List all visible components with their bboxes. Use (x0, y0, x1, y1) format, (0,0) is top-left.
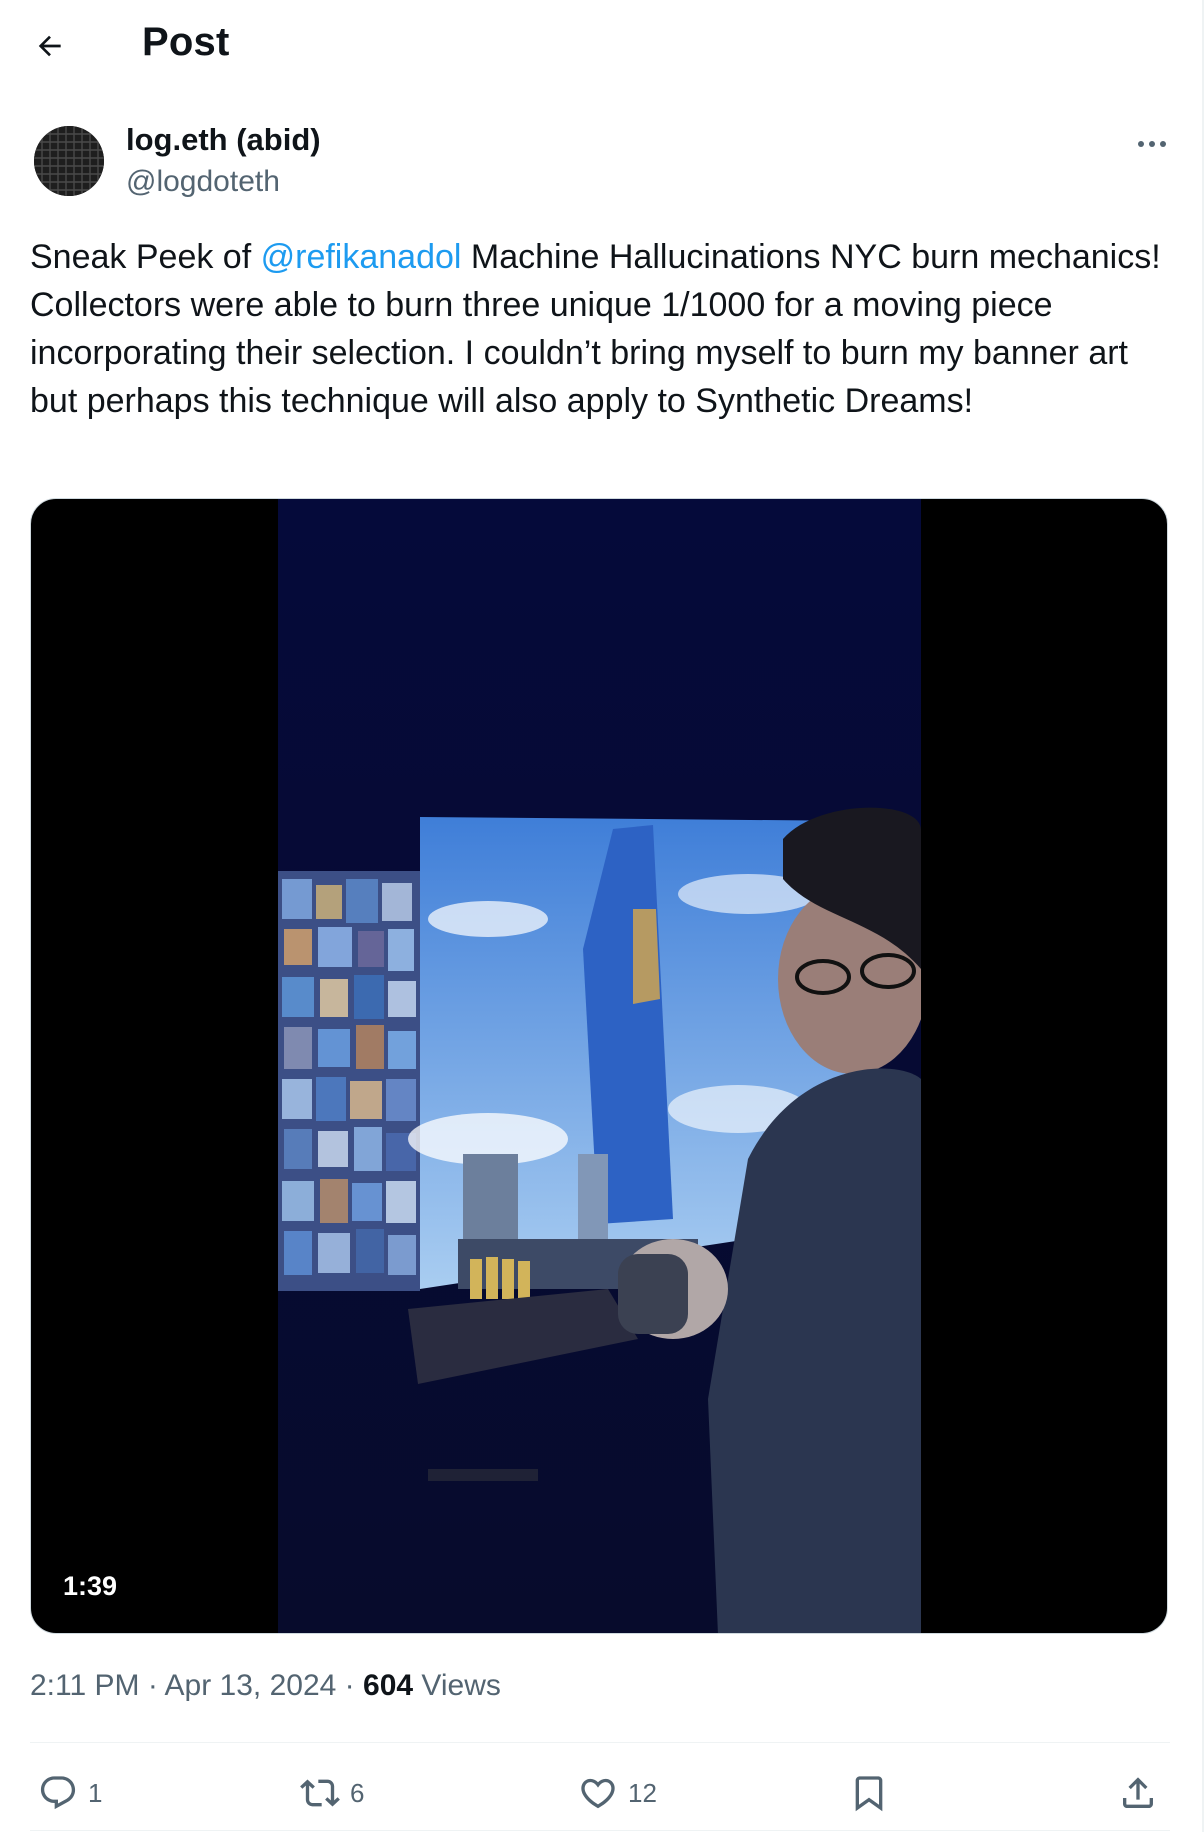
video-player[interactable]: 1:39 (30, 498, 1168, 1634)
back-button[interactable] (26, 22, 74, 70)
divider (30, 1742, 1170, 1743)
video-duration: 1:39 (53, 1567, 128, 1606)
like-button[interactable]: 12 (578, 1764, 657, 1822)
post-date[interactable]: Apr 13, 2024 (165, 1669, 337, 1702)
post-text: Sneak Peek of @refikanadol Machine Hallu… (30, 233, 1170, 425)
repost-count: 6 (350, 1777, 365, 1808)
share-button[interactable] (1118, 1764, 1158, 1822)
share-icon (1123, 1777, 1153, 1808)
reply-icon (40, 1776, 76, 1810)
views-label: Views (421, 1669, 501, 1702)
more-horizontal-icon (1138, 141, 1144, 147)
bookmark-button[interactable] (849, 1764, 889, 1822)
repost-button[interactable]: 6 (300, 1764, 364, 1822)
views-count: 604 (363, 1669, 414, 1702)
post-meta: 2:11 PM · Apr 13, 2024 · 604 Views (30, 1669, 501, 1703)
mention-link[interactable]: @refikanadol (261, 238, 462, 276)
post-time[interactable]: 2:11 PM (30, 1669, 140, 1702)
more-options-button[interactable] (1126, 124, 1178, 164)
meta-separator-2: · (344, 1669, 355, 1702)
post-text-intro: Sneak Peek of (30, 238, 261, 276)
reply-count: 1 (88, 1777, 103, 1808)
meta-separator: · (147, 1669, 158, 1702)
author-handle[interactable]: @logdoteth (126, 165, 280, 199)
bookmark-icon (855, 1776, 883, 1812)
video-frame (278, 499, 921, 1633)
avatar[interactable] (34, 126, 104, 196)
arrow-left-icon (38, 35, 61, 57)
divider-bottom (30, 1830, 1170, 1831)
header: Post (0, 0, 1200, 92)
repost-icon (300, 1779, 340, 1807)
author-name[interactable]: log.eth (abid) (126, 122, 321, 158)
page-title: Post (142, 20, 230, 64)
reply-button[interactable]: 1 (38, 1764, 102, 1822)
avatar-image (34, 126, 104, 196)
like-count: 12 (628, 1777, 657, 1808)
heart-icon (581, 1778, 615, 1809)
